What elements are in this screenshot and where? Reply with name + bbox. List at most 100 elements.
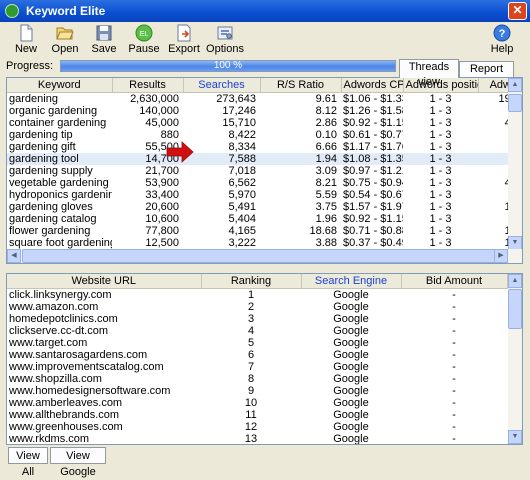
- scroll-left-button[interactable]: ◀: [7, 249, 21, 263]
- keyword-table-cell: 1 - 3: [429, 201, 452, 213]
- keyword-table-row[interactable]: square foot gardening 12,500 3,222 3.88 $0.3…: [7, 237, 522, 249]
- keyword-table-cell: 273,643: [216, 93, 256, 105]
- url-table-cell: www.shopzilla.com: [9, 373, 102, 385]
- url-scroll-thumb[interactable]: [508, 289, 522, 329]
- close-icon: ✕: [512, 3, 523, 17]
- url-table-row[interactable]: homedepotclinics.com 3 Google -: [7, 313, 507, 325]
- save-button[interactable]: Save: [84, 24, 124, 58]
- url-scroll-up-button[interactable]: ▲: [508, 274, 522, 288]
- url-table-row[interactable]: www.rkdms.com 13 Google -: [7, 433, 507, 445]
- help-label: Help: [490, 43, 514, 55]
- url-table-row[interactable]: www.santarosagardens.com 6 Google -: [7, 349, 507, 361]
- keyword-table-row[interactable]: vegetable gardening 53,900 6,562 8.21 $0.75 …: [7, 177, 522, 189]
- keyword-table-cell: 1 - 3: [429, 129, 452, 141]
- keyword-table-row[interactable]: gardening 2,630,000 273,643 9.61 $1.06 - $1.…: [7, 93, 522, 106]
- url-scroll-down-button[interactable]: ▼: [508, 430, 522, 444]
- keyword-table-cell: 5.59: [315, 189, 337, 201]
- keyword-table-cell: $0.61 - $0.77: [343, 129, 403, 141]
- keyword-table-cell: 7,588: [183, 153, 260, 165]
- options-button[interactable]: Options: [203, 24, 247, 58]
- url-table-cell: 4: [247, 325, 255, 337]
- url-table-row[interactable]: www.homedesignersoftware.com 9 Google -: [7, 385, 507, 397]
- keyword-table-cell: 1 - 3: [429, 93, 452, 105]
- horizontal-scroll-thumb[interactable]: [22, 249, 502, 263]
- keyword-table-row[interactable]: organic gardening 140,000 17,246 8.12 $1.26 …: [7, 105, 522, 117]
- open-folder-icon: [56, 27, 74, 40]
- open-label: Open: [51, 43, 79, 55]
- keywords-vertical-scrollbar[interactable]: ▲ ▼: [508, 78, 522, 250]
- new-button[interactable]: New: [6, 24, 46, 58]
- urls-vertical-scrollbar[interactable]: ▲ ▼: [508, 274, 522, 444]
- keyword-table-row[interactable]: flower gardening 77,800 4,165 18.68 $0.71 - …: [7, 225, 522, 237]
- url-table-column-header[interactable]: Ranking: [201, 274, 302, 289]
- svg-text:EL: EL: [140, 31, 149, 38]
- url-table-column-header[interactable]: Search Engine: [301, 274, 402, 289]
- keyword-table-cell: hydroponics gardening: [9, 189, 112, 201]
- export-icon: [177, 24, 191, 42]
- keywords-table: Keyword Results Searches R/S Ratio Adwords C…: [7, 78, 522, 261]
- keyword-table-column-header[interactable]: R/S Ratio: [260, 78, 342, 93]
- url-table-row[interactable]: www.greenhouses.com 12 Google -: [7, 421, 507, 433]
- keyword-table-column-header[interactable]: Searches: [183, 78, 261, 93]
- url-table-cell: -: [452, 325, 456, 337]
- keyword-table-cell: $0.75 - $0.94: [343, 177, 403, 189]
- keyword-table-column-header[interactable]: Adwords CPC: [341, 78, 404, 93]
- tab-report-view[interactable]: Report view: [459, 61, 514, 90]
- keyword-table-cell: 10,600: [145, 213, 179, 225]
- scroll-thumb[interactable]: [508, 94, 522, 112]
- view-all-button[interactable]: View All: [8, 447, 48, 478]
- close-button[interactable]: ✕: [508, 2, 527, 20]
- url-table-column-header[interactable]: Bid Amount: [401, 274, 508, 289]
- keyword-table-cell: 4,165: [228, 225, 256, 237]
- url-table-row[interactable]: clickserve.cc-dt.com 4 Google -: [7, 325, 507, 337]
- url-table-row[interactable]: www.amberleaves.com 10 Google -: [7, 397, 507, 409]
- save-label: Save: [91, 43, 117, 55]
- keyword-table-row[interactable]: gardening gloves 20,600 5,491 3.75 $1.57 - $…: [7, 201, 522, 213]
- scroll-up-button[interactable]: ▲: [508, 78, 522, 92]
- keyword-table-column-header[interactable]: Results: [112, 78, 184, 93]
- url-table-cell: Google: [333, 433, 369, 445]
- url-table-column-header[interactable]: Website URL: [7, 274, 202, 289]
- keyword-table-cell: 1.96: [315, 213, 337, 225]
- keyword-table-row[interactable]: gardening tool 14,700 7,588 1.94 $1.08 - $1.…: [7, 153, 522, 165]
- url-table-row[interactable]: www.improvementscatalog.com 7 Google -: [7, 361, 507, 373]
- pause-icon: EL: [135, 24, 153, 42]
- keywords-horizontal-scrollbar[interactable]: ◀ ▶: [7, 249, 522, 263]
- url-table-row[interactable]: www.shopzilla.com 8 Google -: [7, 373, 507, 385]
- keyword-table-column-header[interactable]: Keyword: [7, 78, 113, 93]
- pause-button[interactable]: EL Pause: [124, 24, 164, 58]
- keyword-table-cell: 5,970: [228, 189, 256, 201]
- keyword-table-row[interactable]: gardening supply 21,700 7,018 3.09 $0.97 - $…: [7, 165, 522, 177]
- url-table-row[interactable]: www.amazon.com 2 Google -: [7, 301, 507, 313]
- keyword-table-cell: $0.37 - $0.49: [343, 237, 403, 249]
- scroll-right-button[interactable]: ▶: [494, 249, 508, 263]
- keyword-table-cell: 12,500: [145, 237, 179, 249]
- keyword-table-row[interactable]: container gardening 45,000 15,710 2.86 $0.92…: [7, 117, 522, 129]
- keyword-table-cell: 1 - 3: [429, 105, 452, 117]
- keyword-table-cell: 1 - 3: [403, 153, 478, 165]
- url-table-cell: -: [452, 361, 456, 373]
- keyword-table-row[interactable]: hydroponics gardening 33,400 5,970 5.59 $0.5…: [7, 189, 522, 201]
- url-table-row[interactable]: www.allthebrands.com 11 Google -: [7, 409, 507, 421]
- keyword-table-row[interactable]: gardening catalog 10,600 5,404 1.96 $0.92 - …: [7, 213, 522, 225]
- url-table-row[interactable]: click.linksynergy.com 1 Google -: [7, 289, 507, 302]
- keyword-table-cell: $0.97 - $1.21: [343, 165, 403, 177]
- keyword-table-cell: gardening supply: [9, 165, 93, 177]
- keyword-table-cell: $1.08 - $1.35: [341, 153, 403, 165]
- keyword-table-row[interactable]: gardening tip 880 8,422 0.10 $0.61 - $0.77 1 …: [7, 129, 522, 141]
- keyword-table-cell: 8,334: [228, 141, 256, 153]
- export-button[interactable]: Export: [164, 24, 204, 58]
- tab-threads-view[interactable]: Threads view: [399, 59, 459, 88]
- keyword-table-cell: container gardening: [9, 117, 107, 129]
- url-table-row[interactable]: www.target.com 5 Google -: [7, 337, 507, 349]
- keyword-table-cell: 45,000: [145, 117, 179, 129]
- keyword-table-cell: $0.54 - $0.67: [343, 189, 403, 201]
- open-button[interactable]: Open: [45, 24, 85, 58]
- scroll-down-button[interactable]: ▼: [508, 236, 522, 250]
- view-google-button[interactable]: View Google: [50, 447, 106, 478]
- help-icon: ?: [493, 24, 511, 42]
- keyword-table-row[interactable]: gardening gift 55,500 8,334 6.66 $1.17 - $1.…: [7, 141, 522, 153]
- help-button[interactable]: ? Help: [482, 24, 522, 58]
- keyword-table-column-header[interactable]: Adwords position: [403, 78, 479, 93]
- keyword-table-cell: 1 - 3: [429, 117, 452, 129]
